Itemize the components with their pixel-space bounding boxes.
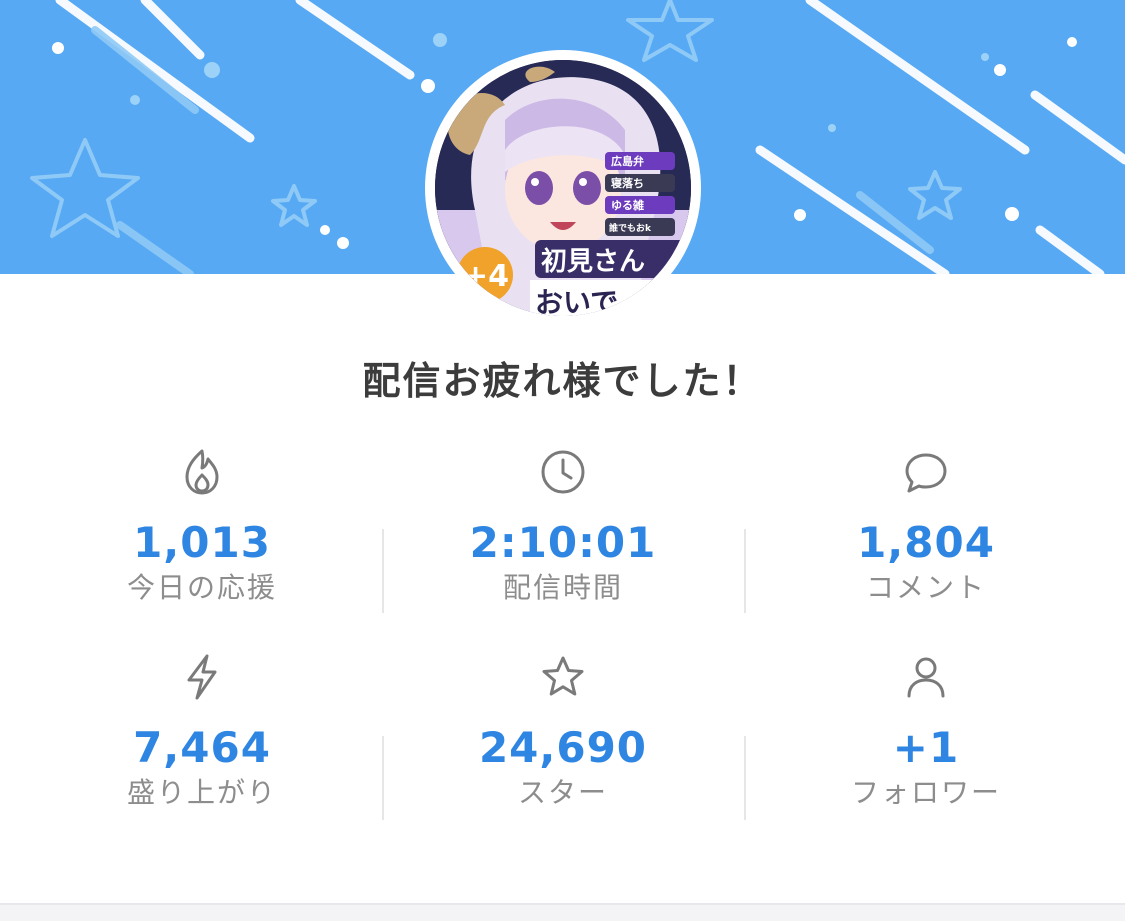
avatar-image: 広島弁 寝落ち ゆる雑 誰でもおk 初見さん おいで +4 [435,60,691,316]
stat-value: +1 [892,723,960,772]
page-title: 配信お疲れ様でした！ [362,359,763,403]
stat-stars: 24,690 スター [413,650,713,810]
avatar-tag: 広島弁 [611,154,644,168]
bottom-edge [0,903,1125,921]
stat-label: 盛り上がり [126,776,277,809]
lightning-icon [187,654,217,700]
stat-label: 配信時間 [502,571,623,604]
comment-bubble-icon [905,453,947,493]
stat-followers: +1 フォロワー [776,650,1076,810]
stat-label: コメント [865,571,986,604]
clock-icon [541,450,585,494]
streamer-avatar[interactable]: 広島弁 寝落ち ゆる雑 誰でもおk 初見さん おいで +4 [425,50,701,326]
star-icon [542,656,584,696]
stat-label: 今日の応援 [126,571,277,604]
stat-comments: 1,804 コメント [776,445,1076,605]
stat-label: スター [517,776,608,809]
flame-icon [185,449,219,495]
stat-stream-time: 2:10:01 配信時間 [413,445,713,605]
stat-value: 2:10:01 [469,518,657,567]
avatar-tag: 寝落ち [611,176,644,190]
avatar-tag: 誰でもおk [609,222,652,234]
stats-row: 1,013 今日の応援 2:10:01 配信時間 1,804 コメント [0,445,1125,650]
stats-row: 7,464 盛り上がり 24,690 スター +1 フォロワー [0,650,1125,855]
divider [382,736,384,820]
avatar-tag: ゆる雑 [611,198,644,212]
stat-value: 1,804 [857,518,995,567]
stats-grid: 1,013 今日の応援 2:10:01 配信時間 1,804 コメント 7,46… [0,445,1125,855]
stat-value: 24,690 [478,723,648,772]
stat-label: フォロワー [850,776,1001,809]
avatar-caption: 初見さん [541,247,645,277]
avatar-caption: おいで [535,286,618,316]
stat-value: 7,464 [133,723,271,772]
divider [382,529,384,613]
stat-excitement: 7,464 盛り上がり [52,650,352,810]
stat-value: 1,013 [133,518,271,567]
divider [744,736,746,820]
stream-summary-page: 広島弁 寝落ち ゆる雑 誰でもおk 初見さん おいで +4 配信お疲れ様でした！… [0,0,1125,921]
avatar-badge: +4 [463,259,509,294]
stat-cheers: 1,013 今日の応援 [52,445,352,605]
divider [744,529,746,613]
person-icon [907,657,945,698]
